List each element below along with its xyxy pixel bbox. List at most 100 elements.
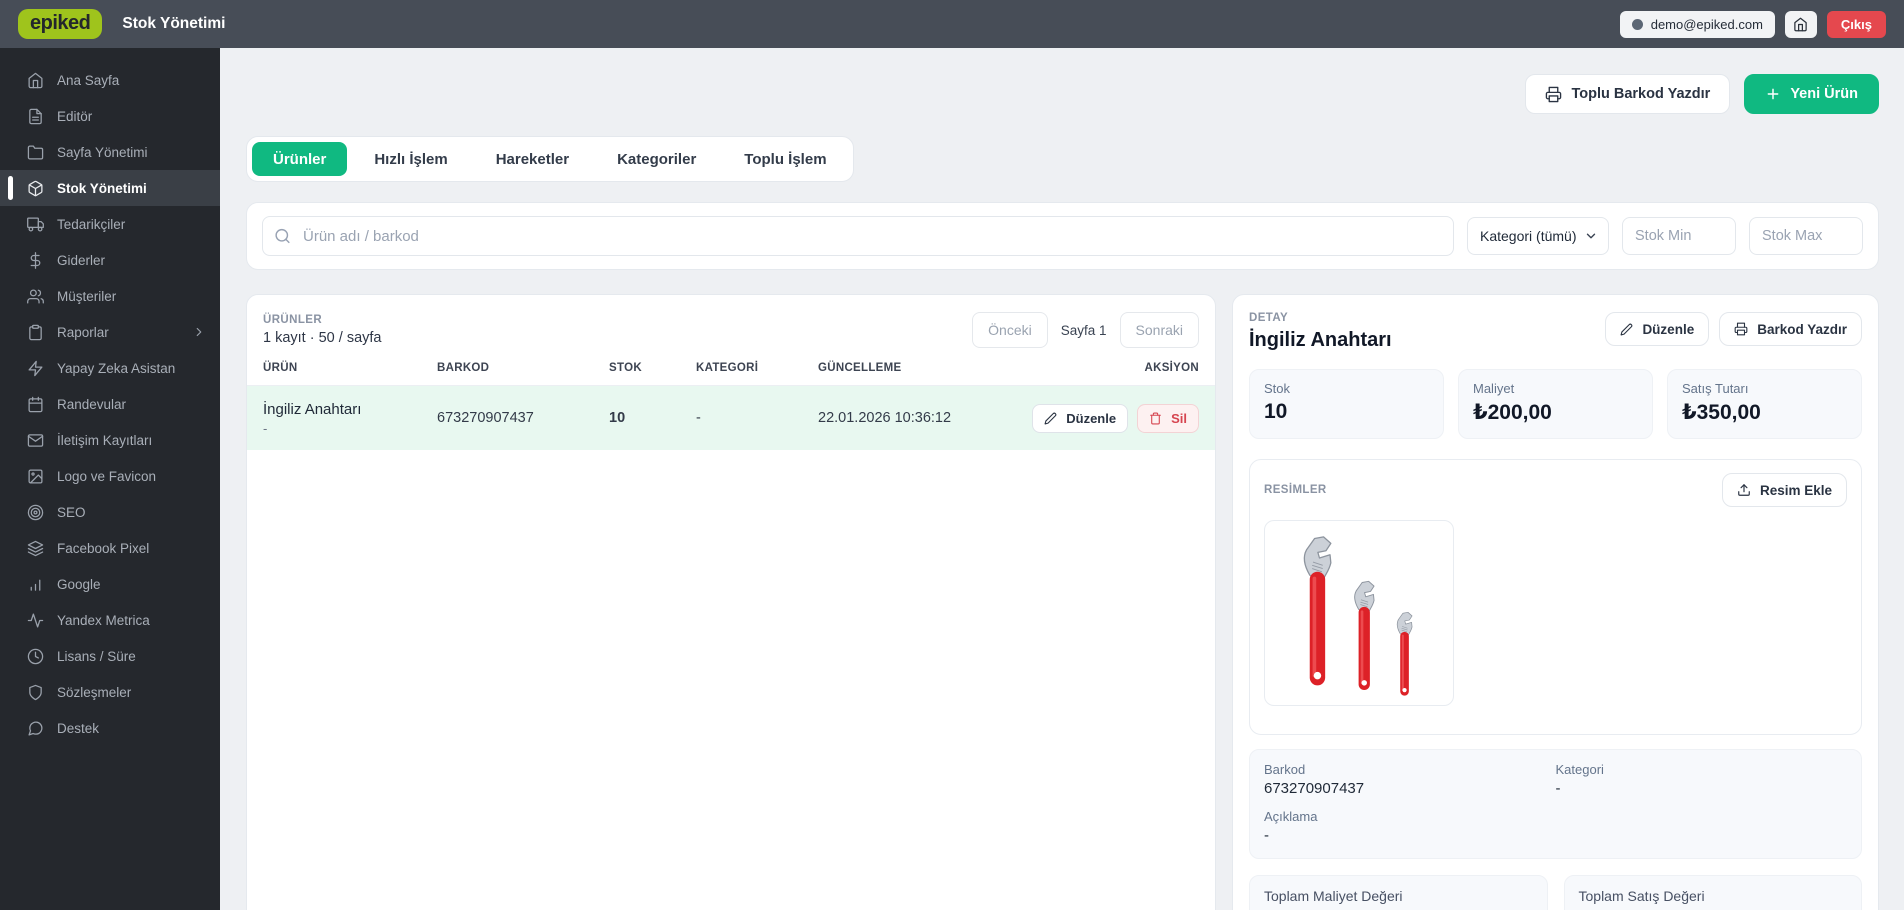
sidebar-item-editor[interactable]: Editör	[0, 98, 220, 134]
search-icon	[274, 228, 291, 245]
trash-icon	[1149, 412, 1162, 425]
row-product-sub: -	[263, 420, 268, 436]
info-category: Kategori -	[1555, 762, 1604, 797]
col-category: KATEGORİ	[696, 362, 759, 374]
row-edit-button[interactable]: Düzenle	[1032, 403, 1129, 433]
detail-kicker: DETAY	[1249, 312, 1289, 324]
detail-title: İngiliz Anahtarı	[1249, 329, 1392, 351]
tab-hizli-islem[interactable]: Hızlı İşlem	[353, 142, 468, 176]
calendar-icon	[27, 396, 44, 413]
stock-min-input[interactable]	[1622, 217, 1736, 255]
clock-icon	[27, 648, 44, 665]
home-button[interactable]	[1784, 10, 1817, 38]
zap-icon	[27, 360, 44, 377]
users-icon	[27, 288, 44, 305]
info-barcode: Barkod 673270907437	[1264, 762, 1365, 797]
sidebar-item-musteriler[interactable]: Müşteriler	[0, 278, 220, 314]
folder-icon	[27, 144, 44, 161]
col-product: ÜRÜN	[263, 362, 298, 374]
clipboard-icon	[27, 324, 44, 341]
printer-icon	[1545, 86, 1562, 103]
info-description: Açıklama -	[1264, 809, 1318, 844]
pencil-icon	[1620, 323, 1633, 336]
plus-icon	[1765, 86, 1781, 102]
upload-icon	[1737, 483, 1751, 497]
detail-panel: DETAY İngiliz Anahtarı Düzenle Barkod Ya…	[1232, 294, 1879, 910]
total-sale-card: Toplam Satış Değeri ₺3.500,00	[1563, 875, 1862, 910]
detail-barcode-print-button[interactable]: Barkod Yazdır	[1719, 312, 1862, 346]
sidebar-item-giderler[interactable]: Giderler	[0, 242, 220, 278]
dollar-icon	[27, 251, 44, 269]
home-icon	[1793, 17, 1808, 32]
app-logo[interactable]: epiked	[18, 9, 103, 39]
wrench-set-image	[1303, 536, 1413, 696]
tab-toplu-islem[interactable]: Toplu İşlem	[723, 142, 847, 176]
product-image-thumbnail[interactable]	[1264, 520, 1454, 706]
chat-icon	[27, 720, 44, 737]
sidebar-item-yandex-metrica[interactable]: Yandex Metrica	[0, 602, 220, 638]
stat-stock: Stok 10	[1249, 369, 1444, 439]
sidebar-item-seo[interactable]: SEO	[0, 494, 220, 530]
sidebar-item-lisans-sure[interactable]: Lisans / Süre	[0, 638, 220, 674]
sidebar-item-sozlesmeler[interactable]: Sözleşmeler	[0, 674, 220, 710]
totals-section: Toplam Maliyet Değeri ₺2.000,00 Toplam S…	[1249, 875, 1862, 910]
tabbar: Ürünler Hızlı İşlem Hareketler Kategoril…	[246, 136, 854, 182]
images-section: RESİMLER Resim Ekle	[1249, 459, 1862, 735]
truck-icon	[27, 216, 44, 233]
target-icon	[27, 504, 44, 521]
image-icon	[27, 468, 44, 485]
products-summary: 1 kayıt · 50 / sayfa	[263, 330, 382, 346]
sidebar-item-randevular[interactable]: Randevular	[0, 386, 220, 422]
detail-edit-button[interactable]: Düzenle	[1605, 312, 1710, 346]
sidebar-item-google[interactable]: Google	[0, 566, 220, 602]
search-field-wrap	[262, 216, 1454, 256]
prev-page-button[interactable]: Önceki	[972, 312, 1048, 348]
table-header: ÜRÜN BARKOD STOK KATEGORİ GÜNCELLEME AKS…	[247, 362, 1215, 386]
table-row[interactable]: İngiliz Anahtarı - 673270907437 10 - 22.…	[247, 386, 1215, 450]
sidebar-item-yapay-zeka-asistan[interactable]: Yapay Zeka Asistan	[0, 350, 220, 386]
logout-button[interactable]: Çıkış	[1826, 10, 1886, 38]
stat-sale: Satış Tutarı ₺350,00	[1667, 369, 1862, 439]
stock-max-input[interactable]	[1749, 217, 1863, 255]
sidebar-item-tedarikciler[interactable]: Tedarikçiler	[0, 206, 220, 242]
sidebar-item-ana-sayfa[interactable]: Ana Sayfa	[0, 62, 220, 98]
col-updated: GÜNCELLEME	[818, 362, 902, 374]
products-panel-title: ÜRÜNLER	[263, 314, 323, 326]
avatar	[1631, 18, 1643, 30]
topbar: epiked Stok Yönetimi demo@epiked.com Çık…	[0, 0, 1904, 48]
add-image-button[interactable]: Resim Ekle	[1721, 473, 1847, 507]
tab-hareketler[interactable]: Hareketler	[475, 142, 590, 176]
row-barcode: 673270907437	[437, 410, 534, 426]
images-title: RESİMLER	[1264, 484, 1327, 496]
sidebar-item-sayfa-yonetimi[interactable]: Sayfa Yönetimi	[0, 134, 220, 170]
col-actions: AKSİYON	[1144, 362, 1199, 374]
pencil-icon	[1044, 412, 1057, 425]
bar-chart-icon	[27, 576, 44, 593]
sidebar-item-stok-yonetimi[interactable]: Stok Yönetimi	[0, 170, 220, 206]
total-cost-card: Toplam Maliyet Değeri ₺2.000,00	[1249, 875, 1548, 910]
category-select[interactable]: Kategori (tümü)	[1467, 217, 1609, 255]
user-account-pill[interactable]: demo@epiked.com	[1619, 10, 1775, 38]
mail-icon	[27, 432, 44, 449]
user-email: demo@epiked.com	[1650, 16, 1763, 32]
chevron-down-icon	[1584, 229, 1598, 243]
row-category: -	[696, 410, 701, 426]
layers-icon	[27, 540, 44, 557]
search-input[interactable]	[262, 216, 1454, 256]
row-delete-button[interactable]: Sil	[1137, 403, 1199, 433]
chevron-right-icon	[192, 325, 206, 339]
tab-kategoriler[interactable]: Kategoriler	[596, 142, 717, 176]
next-page-button[interactable]: Sonraki	[1119, 312, 1199, 348]
printer-icon	[1734, 322, 1748, 336]
shield-icon	[27, 684, 44, 701]
sidebar: Ana Sayfa Editör Sayfa Yönetimi Stok Yön…	[0, 48, 220, 910]
sidebar-item-raporlar[interactable]: Raporlar	[0, 314, 220, 350]
sidebar-item-facebook-pixel[interactable]: Facebook Pixel	[0, 530, 220, 566]
row-stock: 10	[609, 410, 626, 426]
sidebar-item-logo-ve-favicon[interactable]: Logo ve Favicon	[0, 458, 220, 494]
sidebar-item-destek[interactable]: Destek	[0, 710, 220, 746]
tab-urunler[interactable]: Ürünler	[252, 142, 348, 176]
sidebar-item-iletisim-kayitlari[interactable]: İletişim Kayıtları	[0, 422, 220, 458]
new-product-button[interactable]: Yeni Ürün	[1744, 74, 1879, 114]
bulk-barcode-print-button[interactable]: Toplu Barkod Yazdır	[1525, 74, 1731, 114]
